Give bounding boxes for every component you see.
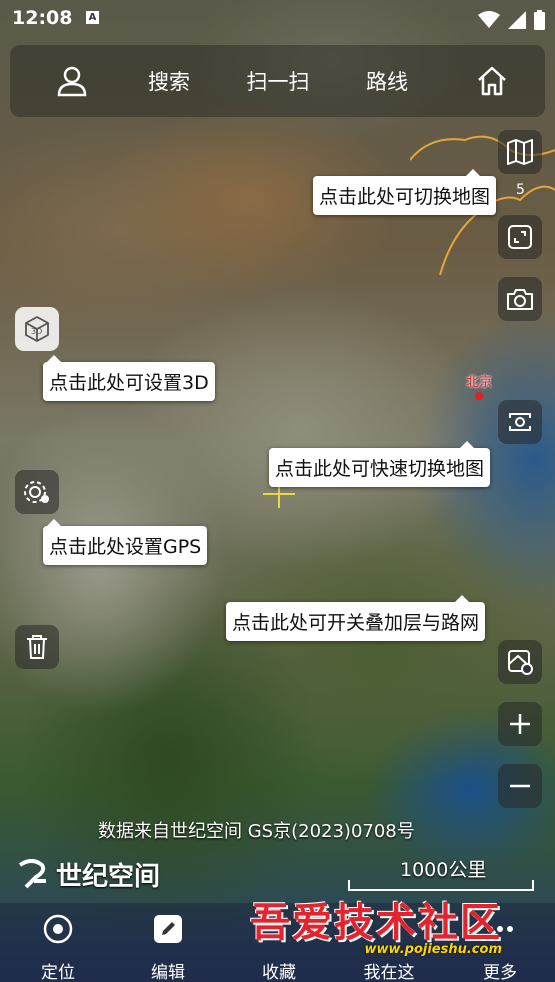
more-label: 更多 (483, 963, 517, 982)
notification-a-icon: A (86, 11, 99, 24)
top-toolbar: 搜索 扫一扫 路线 (10, 45, 545, 117)
watermark: 吾爱技术社区 www.pojieshu.com (250, 899, 502, 958)
locate-icon (42, 913, 74, 945)
tip-switch-map: 点击此处可切换地图 (313, 169, 497, 215)
tip-set-3d: 点击此处可设置3D (43, 355, 215, 401)
quick-switch-button[interactable] (498, 400, 542, 444)
brand-logo: 世纪空间 (16, 856, 160, 893)
route-button[interactable]: 路线 (355, 45, 419, 117)
favorites-label: 收藏 (262, 963, 296, 982)
map-screen[interactable]: 12:08 A 搜索 扫一扫 路线 5 北京 3D 点击此处可切换地图 点击此处… (0, 0, 555, 982)
minus-icon (510, 784, 530, 788)
capital-marker (475, 392, 483, 400)
edit-label: 编辑 (151, 963, 185, 982)
overlay-toggle-button[interactable] (498, 640, 542, 684)
swap-icon (509, 413, 531, 431)
watermark-url: www.pojieshu.com (364, 942, 502, 957)
status-time: 12:08 (12, 7, 73, 29)
tip-quick-switch: 点击此处可快速切换地图 (269, 441, 491, 487)
search-button[interactable]: 搜索 (135, 45, 203, 117)
battery-icon (534, 10, 545, 30)
fullscreen-button[interactable] (498, 215, 542, 259)
layers-icon (508, 650, 533, 675)
brand-mark-icon (18, 858, 46, 888)
locate-button[interactable]: 定位 (8, 903, 108, 982)
edit-button[interactable]: 编辑 (118, 903, 218, 982)
tip-set-gps: 点击此处设置GPS (43, 519, 208, 565)
wifi-icon (478, 11, 500, 28)
status-bar: 12:08 A (0, 0, 555, 38)
edge-number: 5 (516, 182, 525, 198)
3d-cube-icon: 3D (25, 315, 49, 343)
zoom-out-button[interactable] (498, 764, 542, 808)
scale-label: 1000公里 (400, 859, 487, 881)
home-icon (478, 66, 506, 96)
scan-button[interactable]: 扫一扫 (238, 45, 318, 117)
plus-icon (510, 714, 530, 734)
switch-map-button[interactable] (498, 130, 542, 174)
delete-button[interactable] (15, 625, 59, 669)
zoom-in-button[interactable] (498, 702, 542, 746)
camera-icon (507, 289, 533, 310)
watermark-text: 吾爱技术社区 (250, 899, 502, 946)
signal-icon (508, 11, 526, 29)
profile-button[interactable] (50, 45, 94, 117)
gps-settings-button[interactable] (15, 470, 59, 514)
gear-location-icon (24, 481, 49, 503)
home-button[interactable] (470, 45, 514, 117)
locate-label: 定位 (41, 963, 75, 982)
brand-name: 世纪空间 (56, 862, 161, 892)
status-icons (478, 10, 545, 30)
tip-overlay: 点击此处可开关叠加层与路网 (226, 595, 486, 641)
svg-text:3D: 3D (31, 327, 42, 336)
data-source-text: 数据来自世纪空间 GS京(2023)0708号 (98, 821, 415, 842)
user-icon (57, 66, 87, 97)
3d-button[interactable]: 3D (15, 307, 59, 351)
city-label: 北京 (466, 375, 493, 390)
scale-bar (348, 880, 534, 891)
pencil-icon (152, 913, 184, 945)
fullscreen-icon (508, 225, 532, 249)
here-label: 我在这 (363, 963, 415, 982)
map-icon (507, 139, 533, 165)
trash-icon (27, 635, 47, 659)
screenshot-button[interactable] (498, 277, 542, 321)
